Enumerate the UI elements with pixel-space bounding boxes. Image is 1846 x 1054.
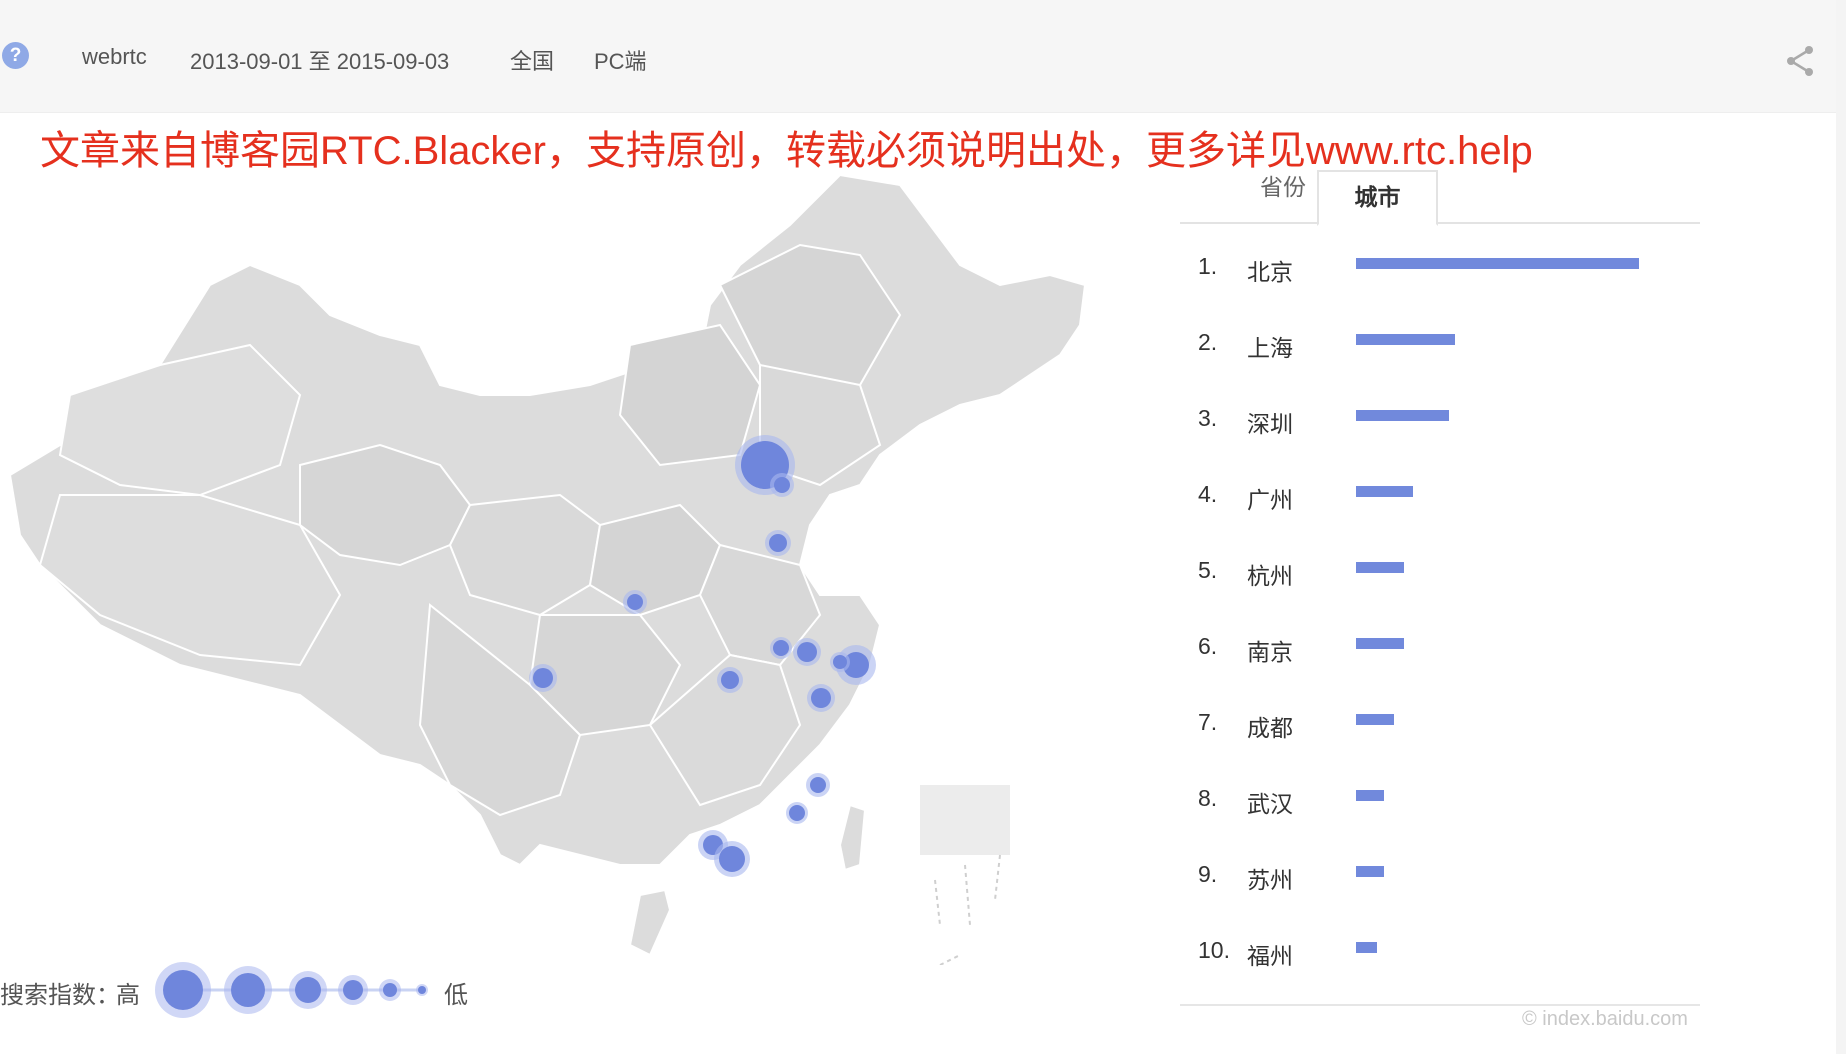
map-provinces <box>8 173 1087 965</box>
watermark: © index.baidu.com <box>1522 1008 1688 1030</box>
panel-divider <box>1180 1004 1700 1006</box>
ranking-row[interactable]: 3. 深圳 <box>1180 397 1700 437</box>
ranking-bar <box>1356 410 1450 421</box>
ranking-row[interactable]: 1. 北京 <box>1180 245 1700 285</box>
ranking-city: 上海 <box>1247 335 1293 361</box>
ranking-rank: 6. <box>1198 633 1218 659</box>
ranking-bar <box>1356 562 1405 573</box>
city-bubble <box>774 477 790 493</box>
ranking-row[interactable]: 6. 南京 <box>1180 625 1700 665</box>
city-bubble <box>719 846 745 872</box>
ranking-row[interactable]: 10. 福州 <box>1180 929 1700 969</box>
ranking-city: 广州 <box>1247 487 1293 513</box>
ranking-rank: 5. <box>1198 557 1218 583</box>
city-bubble <box>797 642 817 662</box>
ranking-bar <box>1356 334 1456 345</box>
legend-label: 搜索指数： <box>0 982 120 1009</box>
legend-bubbles <box>155 962 428 1018</box>
map-legend: 搜索指数： 高 低 <box>0 955 480 1025</box>
city-bubble <box>721 671 739 689</box>
ranking-rank: 10. <box>1198 937 1230 963</box>
ranking-bar <box>1356 486 1413 497</box>
ranking-city: 深圳 <box>1247 411 1293 437</box>
ranking-rank: 3. <box>1198 405 1218 431</box>
ranking-bar <box>1356 638 1405 649</box>
ranking-rank: 8. <box>1198 785 1218 811</box>
ranking-rank: 2. <box>1198 329 1218 355</box>
top-toolbar: ? webrtc 2013-09-01 至 2015-09-03 全国 PC端 <box>0 0 1846 113</box>
keyword-label: webrtc <box>82 44 147 69</box>
ranking-row[interactable]: 8. 武汉 <box>1180 777 1700 817</box>
ranking-bar <box>1356 942 1378 953</box>
ranking-city: 北京 <box>1247 259 1293 285</box>
ranking-tabs: 省份 城市 <box>1180 170 1700 226</box>
ranking-city: 杭州 <box>1247 563 1293 589</box>
ranking-city: 苏州 <box>1247 867 1293 893</box>
ranking-city: 福州 <box>1247 943 1293 969</box>
ranking-rank: 1. <box>1198 253 1218 279</box>
ranking-rank: 7. <box>1198 709 1218 735</box>
ranking-row[interactable]: 4. 广州 <box>1180 473 1700 513</box>
help-icon[interactable]: ? <box>2 42 29 69</box>
city-bubble <box>627 594 643 610</box>
city-bubble <box>810 777 826 793</box>
ranking-panel: 省份 城市 1. 北京 2. 上海 3. 深圳 4. 广州 5. 杭州 6. 南京 7. 成都 8. 武汉 9.… <box>1180 170 1700 969</box>
city-bubble <box>789 805 805 821</box>
city-bubble <box>769 534 787 552</box>
ranking-bar <box>1356 258 1639 269</box>
share-icon[interactable] <box>1784 44 1816 78</box>
ranking-bar <box>1356 714 1395 725</box>
tab-city[interactable]: 城市 <box>1317 170 1438 226</box>
ranking-city: 成都 <box>1247 715 1293 741</box>
legend-high: 高 <box>116 982 140 1009</box>
city-bubble <box>811 688 831 708</box>
city-bubble <box>773 640 789 656</box>
ranking-row[interactable]: 5. 杭州 <box>1180 549 1700 589</box>
legend-low: 低 <box>444 982 468 1009</box>
region-selector[interactable]: 全国 <box>510 44 554 76</box>
city-bubble <box>833 655 847 669</box>
ranking-bar <box>1356 866 1385 877</box>
ranking-rank: 4. <box>1198 481 1218 507</box>
date-range[interactable]: 2013-09-01 至 2015-09-03 <box>190 44 449 76</box>
china-heat-map <box>8 173 1087 965</box>
city-bubble <box>533 668 553 688</box>
ranking-rank: 9. <box>1198 861 1218 887</box>
scrollbar[interactable] <box>1836 0 1846 1054</box>
ranking-city: 武汉 <box>1247 791 1293 817</box>
ranking-city: 南京 <box>1247 639 1293 665</box>
ranking-bar <box>1356 790 1385 801</box>
ranking-row[interactable]: 7. 成都 <box>1180 701 1700 741</box>
device-selector[interactable]: PC端 <box>594 44 647 76</box>
ranking-row[interactable]: 9. 苏州 <box>1180 853 1700 893</box>
ranking-row[interactable]: 2. 上海 <box>1180 321 1700 361</box>
